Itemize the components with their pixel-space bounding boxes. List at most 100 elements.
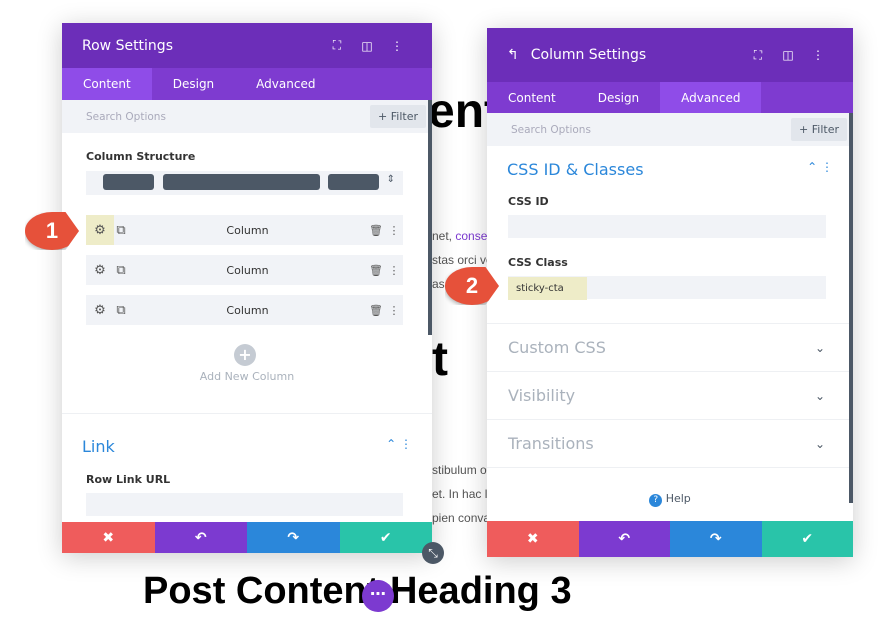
bg-text: pien conva [432,511,491,525]
select-arrows-icon: ⇕ [386,174,395,185]
css-section-header[interactable]: CSS ID & Classes ⌃ ⋮ [507,160,833,179]
section-title: Custom CSS [508,338,606,357]
search-bar: Search Options + Filter [487,113,853,146]
bg-heading-mid: t [432,333,448,386]
search-input[interactable]: Search Options [86,111,166,123]
tabs: Content Design Advanced [487,82,853,113]
section-title: Link [82,437,115,456]
cancel-button[interactable]: ✖ [487,521,579,557]
chevron-up-icon[interactable]: ⌃ ⋮ [386,437,412,456]
split-view-icon[interactable]: ◫ [773,48,803,62]
help-button[interactable]: ? Help [487,492,853,507]
filter-label: Filter [390,110,418,123]
transitions-section[interactable]: Transitions ⌄ [487,419,853,467]
panel-header: Row Settings ⛶ ◫ ⋮ [62,23,432,68]
tab-content[interactable]: Content [487,82,577,113]
link-section-header[interactable]: Link ⌃ ⋮ [82,437,412,456]
bg-text: net, conse [432,229,487,243]
bg-text: stibulum o [432,463,487,477]
panel-header: ↰ Column Settings ⛶ ◫ ⋮ [487,28,853,82]
undo-button[interactable]: ↶ [154,522,247,553]
tab-advanced[interactable]: Advanced [660,82,762,113]
more-icon[interactable]: ⋮ [385,304,403,317]
tab-advanced[interactable]: Advanced [235,68,336,100]
row-settings-panel: Row Settings ⛶ ◫ ⋮ Content Design Advanc… [62,23,432,553]
custom-css-section[interactable]: Custom CSS ⌄ [487,323,853,371]
settings-gear-icon[interactable]: ⚙ [86,295,114,325]
visibility-section[interactable]: Visibility ⌄ [487,371,853,419]
back-arrow-icon[interactable]: ↰ [507,47,519,63]
panel-title: Column Settings [530,47,647,63]
bg-text: et. In hac l [432,487,488,501]
css-class-value: sticky-cta [508,277,587,300]
section-title: CSS ID & Classes [507,160,644,179]
help-label: Help [665,492,691,505]
more-options-button[interactable]: ⋯ [362,580,394,612]
panel-footer: ✖ ↶ ↷ ✔ [62,522,432,553]
panel-footer: ✖ ↶ ↷ ✔ [487,521,853,557]
duplicate-icon[interactable]: ⧉ [114,215,128,245]
css-id-input[interactable] [508,215,826,238]
tab-design[interactable]: Design [152,68,235,100]
save-button[interactable]: ✔ [761,521,853,557]
filter-button[interactable]: + Filter [791,118,847,141]
more-icon[interactable]: ⋮ [382,39,412,53]
bg-text: as [432,277,445,291]
more-icon[interactable]: ⋮ [385,264,403,277]
tab-content[interactable]: Content [62,68,152,100]
redo-button[interactable]: ↷ [247,522,340,553]
settings-gear-icon[interactable]: ⚙ [86,215,114,245]
redo-button[interactable]: ↷ [670,521,762,557]
scrollbar[interactable] [428,100,432,335]
tab-design[interactable]: Design [577,82,660,113]
bg-text-part: net, [432,229,456,243]
trash-icon[interactable]: 🗑 [367,264,385,277]
bg-heading-bottom: Post Content Heading 3 [143,570,572,612]
add-new-column-button[interactable]: Add New Column [62,370,432,383]
more-icon[interactable]: ⋮ [803,48,833,62]
row-link-url-input[interactable] [86,493,403,516]
add-column-icon[interactable]: + [234,344,256,366]
cancel-button[interactable]: ✖ [62,522,155,553]
trash-icon[interactable]: 🗑 [367,304,385,317]
trash-icon[interactable]: 🗑 [367,224,385,237]
chevron-down-icon: ⌄ [814,388,825,403]
settings-gear-icon[interactable]: ⚙ [86,255,114,285]
section-title: Transitions [508,434,594,453]
duplicate-icon[interactable]: ⧉ [114,295,128,325]
column-label: Column [226,303,269,317]
fullscreen-icon[interactable]: ⛶ [743,48,773,63]
save-button[interactable]: ✔ [339,522,432,553]
filter-button[interactable]: + Filter [370,105,426,128]
chevron-down-icon: ⌄ [814,340,825,355]
help-icon: ? [649,494,663,507]
more-icon[interactable]: ⋮ [385,224,403,237]
scrollbar[interactable] [849,113,853,503]
search-bar: Search Options + Filter [62,100,432,133]
resize-handle-icon[interactable]: ⤡ [422,542,444,564]
duplicate-icon[interactable]: ⧉ [114,255,128,285]
filter-label: Filter [811,123,839,136]
column-row: ⚙ ⧉ Column 🗑 ⋮ [86,215,403,245]
panel-title: Row Settings [82,37,173,54]
bg-link[interactable]: conse [455,229,487,243]
column-structure-label: Column Structure [86,150,196,163]
fullscreen-icon[interactable]: ⛶ [322,38,352,53]
column-row: ⚙ ⧉ Column 🗑 ⋮ [86,255,403,285]
css-class-label: CSS Class [508,256,568,269]
search-input[interactable]: Search Options [511,124,591,136]
column-settings-panel: ↰ Column Settings ⛶ ◫ ⋮ Content Design A… [487,28,853,557]
tabs: Content Design Advanced [62,68,432,100]
column-label: Column [226,223,269,237]
column-row: ⚙ ⧉ Column 🗑 ⋮ [86,295,403,325]
css-id-label: CSS ID [508,195,549,208]
row-link-url-label: Row Link URL [86,473,171,486]
chevron-up-icon[interactable]: ⌃ ⋮ [807,160,833,179]
column-label: Column [226,263,269,277]
column-structure-select[interactable]: ⇕ [86,171,403,195]
bg-text: stas orci ve [432,253,493,267]
css-class-input[interactable]: sticky-cta [508,276,826,300]
split-view-icon[interactable]: ◫ [352,39,382,53]
undo-button[interactable]: ↶ [578,521,670,557]
section-title: Visibility [508,386,576,405]
